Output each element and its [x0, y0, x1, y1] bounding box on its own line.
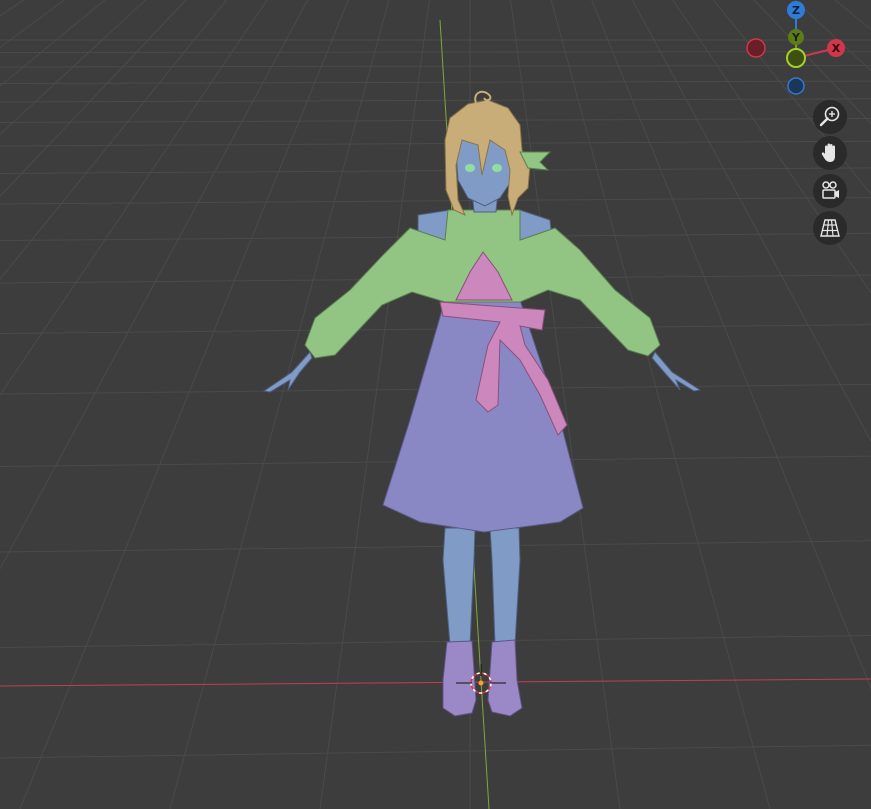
gizmo-x-label: X	[832, 42, 841, 55]
gizmo-neg-y[interactable]	[786, 48, 806, 68]
gizmo-z-label: Z	[792, 4, 800, 17]
zoom-button[interactable]	[813, 100, 847, 134]
perspective-toggle-button[interactable]	[813, 211, 847, 245]
camera-icon	[822, 181, 839, 199]
gizmo-y-label: Y	[791, 31, 801, 44]
camera-view-button[interactable]	[813, 174, 847, 208]
viewport-canvas[interactable]: Y X Z	[0, 0, 871, 809]
left-boot	[442, 640, 477, 717]
left-eye	[465, 164, 475, 172]
hand-icon	[821, 143, 835, 162]
gizmo-neg-z[interactable]	[787, 77, 805, 95]
pan-button[interactable]	[813, 136, 847, 170]
gizmo-neg-x[interactable]	[746, 38, 766, 58]
3d-viewport[interactable]: Y X Z	[0, 0, 871, 809]
right-eye	[492, 164, 502, 172]
grid-perspective-icon	[820, 219, 840, 237]
zoom-in-icon	[819, 106, 840, 127]
